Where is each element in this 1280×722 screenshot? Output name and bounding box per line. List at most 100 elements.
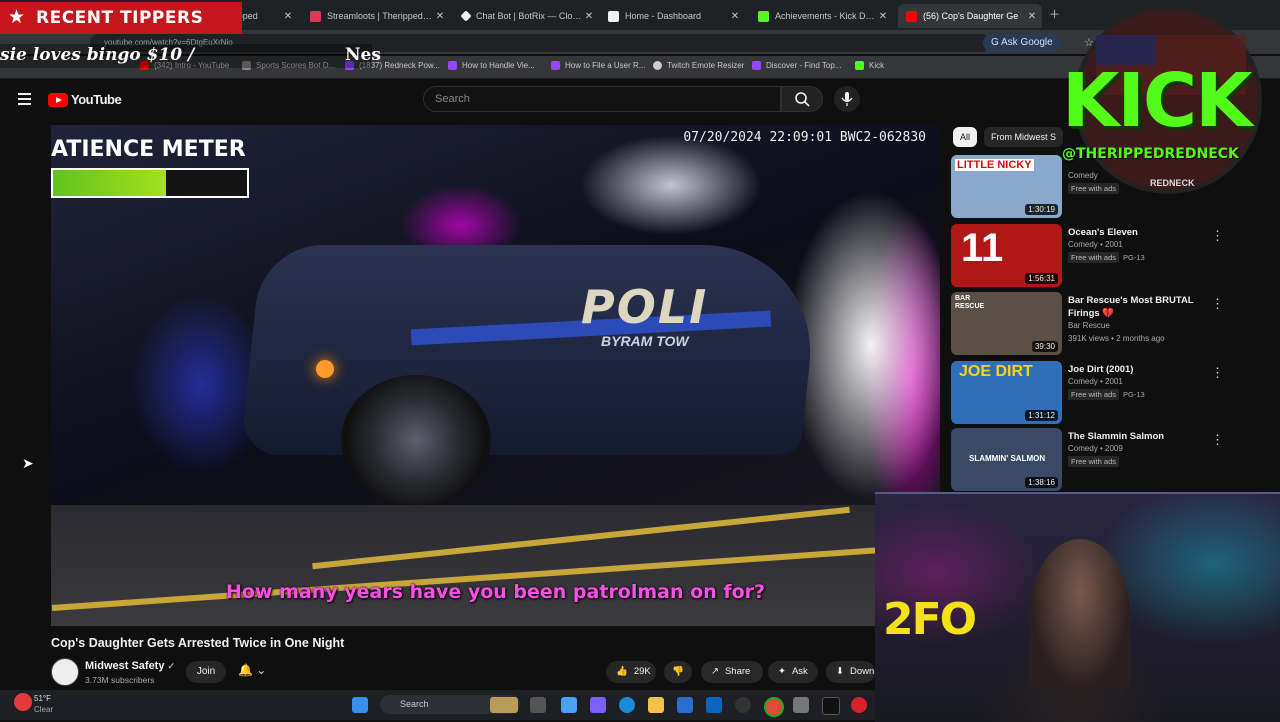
video-thumbnail[interactable]: BAR RESCUE 39:30 (951, 292, 1062, 355)
chrome-icon[interactable] (764, 697, 784, 717)
twitch-icon (752, 61, 761, 70)
tab-title: Home - Dashboard (625, 11, 702, 21)
car-headlight (316, 360, 334, 378)
ask-google-button[interactable]: G Ask Google (983, 34, 1061, 52)
youtube-logo[interactable]: YouTube (48, 92, 122, 107)
chip-all[interactable]: All (953, 127, 978, 147)
bookmark-kick[interactable]: Kick (855, 61, 884, 70)
video-title: Joe Dirt (2001) (1068, 364, 1134, 375)
terminal-icon[interactable] (822, 697, 840, 715)
globe-icon (653, 61, 662, 70)
bookmark-label: How to File a User R... (565, 61, 646, 70)
share-label: Share (724, 666, 751, 677)
ask-button[interactable]: ✦ Ask (768, 661, 818, 683)
video-title: Ocean's Eleven (1068, 227, 1138, 238)
tab-title: Achievements - Kick Dashbo (775, 11, 877, 21)
video-thumbnail[interactable]: 11 1:56:31 (951, 224, 1062, 287)
recommendation-item[interactable]: JOE DIRT 1:31:12 Joe Dirt (2001) Comedy … (951, 361, 1251, 425)
video-subtitle: How many years have you been patrolman o… (225, 581, 766, 603)
close-icon[interactable]: ✕ (434, 11, 446, 22)
car-wheel (341, 375, 491, 505)
app-icon[interactable] (793, 697, 809, 713)
bodycam-timestamp: 07/20/2024 22:09:01 BWC2-062830 (683, 130, 926, 145)
car-sublettering: BYRAM TOW (601, 333, 689, 349)
streamloots-icon (310, 10, 321, 22)
webcam-overlay: 2FO (875, 492, 1280, 722)
video-meta: Comedy • 2001 (1068, 377, 1123, 386)
kick-icon (758, 10, 769, 22)
kick-handle: @THERIPPEDREDNECK (1062, 146, 1239, 162)
bookmark-emote-resizer[interactable]: Twitch Emote Resizer (653, 61, 744, 70)
tab-title: (56) Cop's Daughter Ge (923, 11, 1019, 21)
channel-avatar[interactable] (51, 658, 79, 686)
twitch-icon (448, 61, 457, 70)
file-explorer-icon[interactable] (648, 697, 664, 713)
thumbnail-text: BAR RESCUE (955, 295, 985, 310)
more-options-icon[interactable]: ⋮ (1211, 365, 1224, 381)
free-with-ads-badge: Free with ads (1068, 456, 1120, 467)
widget-icon[interactable] (490, 697, 518, 713)
close-icon[interactable]: ✕ (729, 11, 741, 22)
free-with-ads-badge: Free with ads (1068, 389, 1120, 400)
bookmark-how-to-handle[interactable]: How to Handle Vie... (448, 61, 535, 70)
download-label: Down (849, 666, 875, 677)
youtube-icon (906, 10, 917, 22)
weather-icon[interactable] (14, 693, 32, 711)
more-options-icon[interactable]: ⋮ (1211, 432, 1224, 448)
like-button[interactable]: 👍 29K (606, 661, 656, 683)
kick-badge-subtext: REDNECK (1150, 178, 1195, 188)
bookmark-discover[interactable]: Discover - Find Top... (752, 61, 841, 70)
more-options-icon[interactable]: ⋮ (1211, 296, 1224, 312)
thumbnail-text: LITTLE NICKY (955, 159, 1034, 171)
join-button[interactable]: Join (186, 661, 226, 683)
close-icon[interactable]: ✕ (282, 11, 294, 22)
close-icon[interactable]: ✕ (1026, 11, 1038, 22)
menu-icon[interactable] (18, 93, 31, 108)
app-red-icon[interactable] (851, 697, 867, 713)
edge-icon[interactable] (619, 697, 635, 713)
recommendation-item[interactable]: SLAMMIN' SALMON 1:38:16 The Slammin Salm… (951, 428, 1251, 492)
video-thumbnail[interactable]: LITTLE NICKY 1:30:19 (951, 155, 1062, 218)
police-car (239, 245, 823, 455)
video-thumbnail[interactable]: JOE DIRT 1:31:12 (951, 361, 1062, 424)
road (51, 505, 940, 626)
recommendation-item[interactable]: 11 1:56:31 Ocean's Eleven Comedy • 2001 … (951, 224, 1251, 288)
teams-icon[interactable] (590, 697, 606, 713)
download-button[interactable]: ⬇ Down (826, 661, 875, 683)
recommendation-item[interactable]: BAR RESCUE 39:30 Bar Rescue's Most BRUTA… (951, 292, 1251, 356)
close-icon[interactable]: ✕ (583, 11, 595, 22)
bookmark-file-user-report[interactable]: How to File a User R... (551, 61, 645, 70)
voice-search-button[interactable] (834, 86, 860, 112)
more-options-icon[interactable]: ⋮ (1211, 228, 1224, 244)
channel-name[interactable]: Midwest Safety ✓ (85, 660, 175, 672)
tab-home-dashboard[interactable]: Home - Dashboard ✕ (600, 4, 745, 28)
search-icon (795, 92, 810, 107)
dislike-button[interactable]: 👎 (664, 661, 692, 683)
thumbnail-text: 11 (961, 226, 1004, 270)
video-stats: 391K views • 2 months ago (1068, 334, 1165, 343)
tab-youtube-active[interactable]: (56) Cop's Daughter Ge ✕ (898, 4, 1042, 28)
copilot-icon[interactable] (561, 697, 577, 713)
rating: PG-13 (1123, 390, 1145, 399)
tab-kick-achievements[interactable]: Achievements - Kick Dashbo ✕ (750, 4, 893, 28)
share-button[interactable]: ↗ Share (701, 661, 763, 683)
chip-from-channel[interactable]: From Midwest S (984, 127, 1064, 147)
windows-start-icon[interactable] (352, 697, 368, 713)
search-input[interactable]: Search (423, 86, 781, 112)
ask-google-label: Ask Google (1001, 37, 1053, 48)
task-view-icon[interactable] (530, 697, 546, 713)
weather-temperature: 51°F (34, 694, 51, 703)
video-title: Cop's Daughter Gets Arrested Twice in On… (51, 636, 345, 650)
tab-botrix[interactable]: Chat Bot | BotRix — Cloud S ✕ (454, 4, 599, 28)
store-icon[interactable] (677, 697, 693, 713)
video-thumbnail[interactable]: SLAMMIN' SALMON 1:38:16 (951, 428, 1062, 491)
close-icon[interactable]: ✕ (877, 11, 889, 22)
outlook-icon[interactable] (706, 697, 722, 713)
obs-icon[interactable] (735, 697, 751, 713)
video-player[interactable]: POLI BYRAM TOW 07/20/2024 22:09:01 BWC2-… (51, 125, 940, 626)
tab-streamloots-2[interactable]: Streamloots | Therippedredn ✕ (302, 4, 450, 28)
weather-description: Clear (34, 705, 54, 714)
notification-bell-icon[interactable]: 🔔 ⌄ (238, 663, 266, 677)
share-icon: ↗ (711, 666, 719, 677)
search-button[interactable] (781, 86, 823, 112)
